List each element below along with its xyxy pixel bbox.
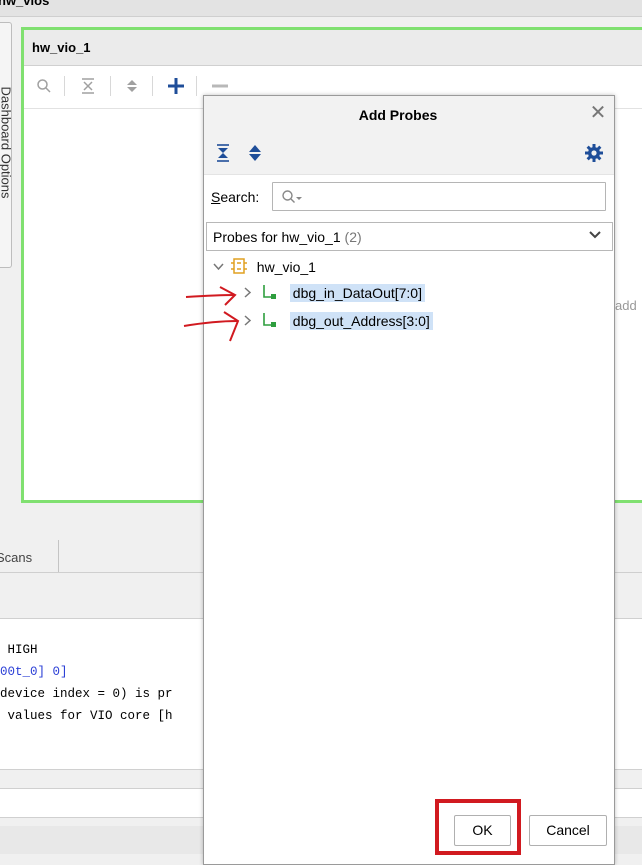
tree-probe-row[interactable]: dbg_in_DataOut[7:0] (242, 284, 425, 306)
close-icon[interactable]: ✕ (586, 101, 610, 125)
vio-core-icon (230, 258, 253, 277)
toolbar-separator (196, 76, 197, 96)
console-line: HIGH (0, 643, 38, 657)
search-icon[interactable] (34, 76, 54, 96)
tree-root-row[interactable]: hw_vio_1 (213, 258, 316, 280)
annotation-arrows (183, 286, 240, 342)
probe-label: dbg_out_Address[3:0] (289, 312, 433, 330)
tab-scans[interactable]: Scans (0, 540, 59, 572)
chevron-right-icon[interactable] (242, 313, 256, 329)
add-icon[interactable] (166, 76, 186, 96)
console-line: values for VIO core [h (0, 709, 173, 723)
probe-icon (260, 312, 286, 331)
vio-panel-header: hw_vio_1 (24, 30, 642, 66)
expand-all-icon[interactable] (122, 76, 142, 96)
toolbar-separator (110, 76, 111, 96)
search-mnemonic: S (211, 189, 221, 205)
annotation-highlight-box (435, 799, 521, 855)
search-label-rest: earch: (220, 189, 260, 205)
collapse-all-icon[interactable] (78, 76, 98, 96)
probes-dropdown-label: Probes for hw_vio_1 (2) (213, 229, 362, 245)
tab-scans-label: Scans (0, 550, 33, 565)
remove-icon[interactable] (210, 76, 230, 96)
probe-label: dbg_in_DataOut[7:0] (289, 284, 425, 302)
tree-probe-row[interactable]: dbg_out_Address[3:0] (242, 312, 433, 334)
search-input[interactable] (272, 182, 606, 211)
probe-icon (260, 284, 286, 303)
dashboard-options-tab[interactable]: Dashboard Options (0, 22, 14, 268)
expand-all-icon[interactable] (248, 144, 262, 165)
toolbar-separator (152, 76, 153, 96)
panel-hint-text: add (615, 298, 637, 313)
search-label: Search: (211, 189, 259, 205)
search-icon (281, 189, 303, 208)
chevron-down-icon[interactable] (213, 259, 227, 275)
cancel-button[interactable]: Cancel (529, 815, 607, 846)
chevron-down-icon (588, 228, 602, 245)
window-title: hw_vios (0, 0, 50, 8)
console-line: device index = 0) is pr (0, 687, 173, 701)
toolbar-separator (64, 76, 65, 96)
collapse-all-icon[interactable] (216, 144, 230, 165)
tree-root-label: hw_vio_1 (256, 259, 316, 275)
gear-icon[interactable] (584, 143, 604, 166)
dialog-toolbar (204, 132, 614, 175)
title-strip: hw_vios (0, 0, 642, 17)
dialog-title: Add Probes (358, 107, 438, 123)
probes-dropdown[interactable]: Probes for hw_vio_1 (2) (206, 222, 613, 251)
vio-panel-title: hw_vio_1 (32, 40, 91, 55)
dialog-title-bar: Add Probes (204, 96, 614, 132)
chevron-right-icon[interactable] (242, 285, 256, 301)
console-line: 00t_0] 0] (0, 665, 68, 679)
dashboard-options-label: Dashboard Options (0, 86, 14, 199)
